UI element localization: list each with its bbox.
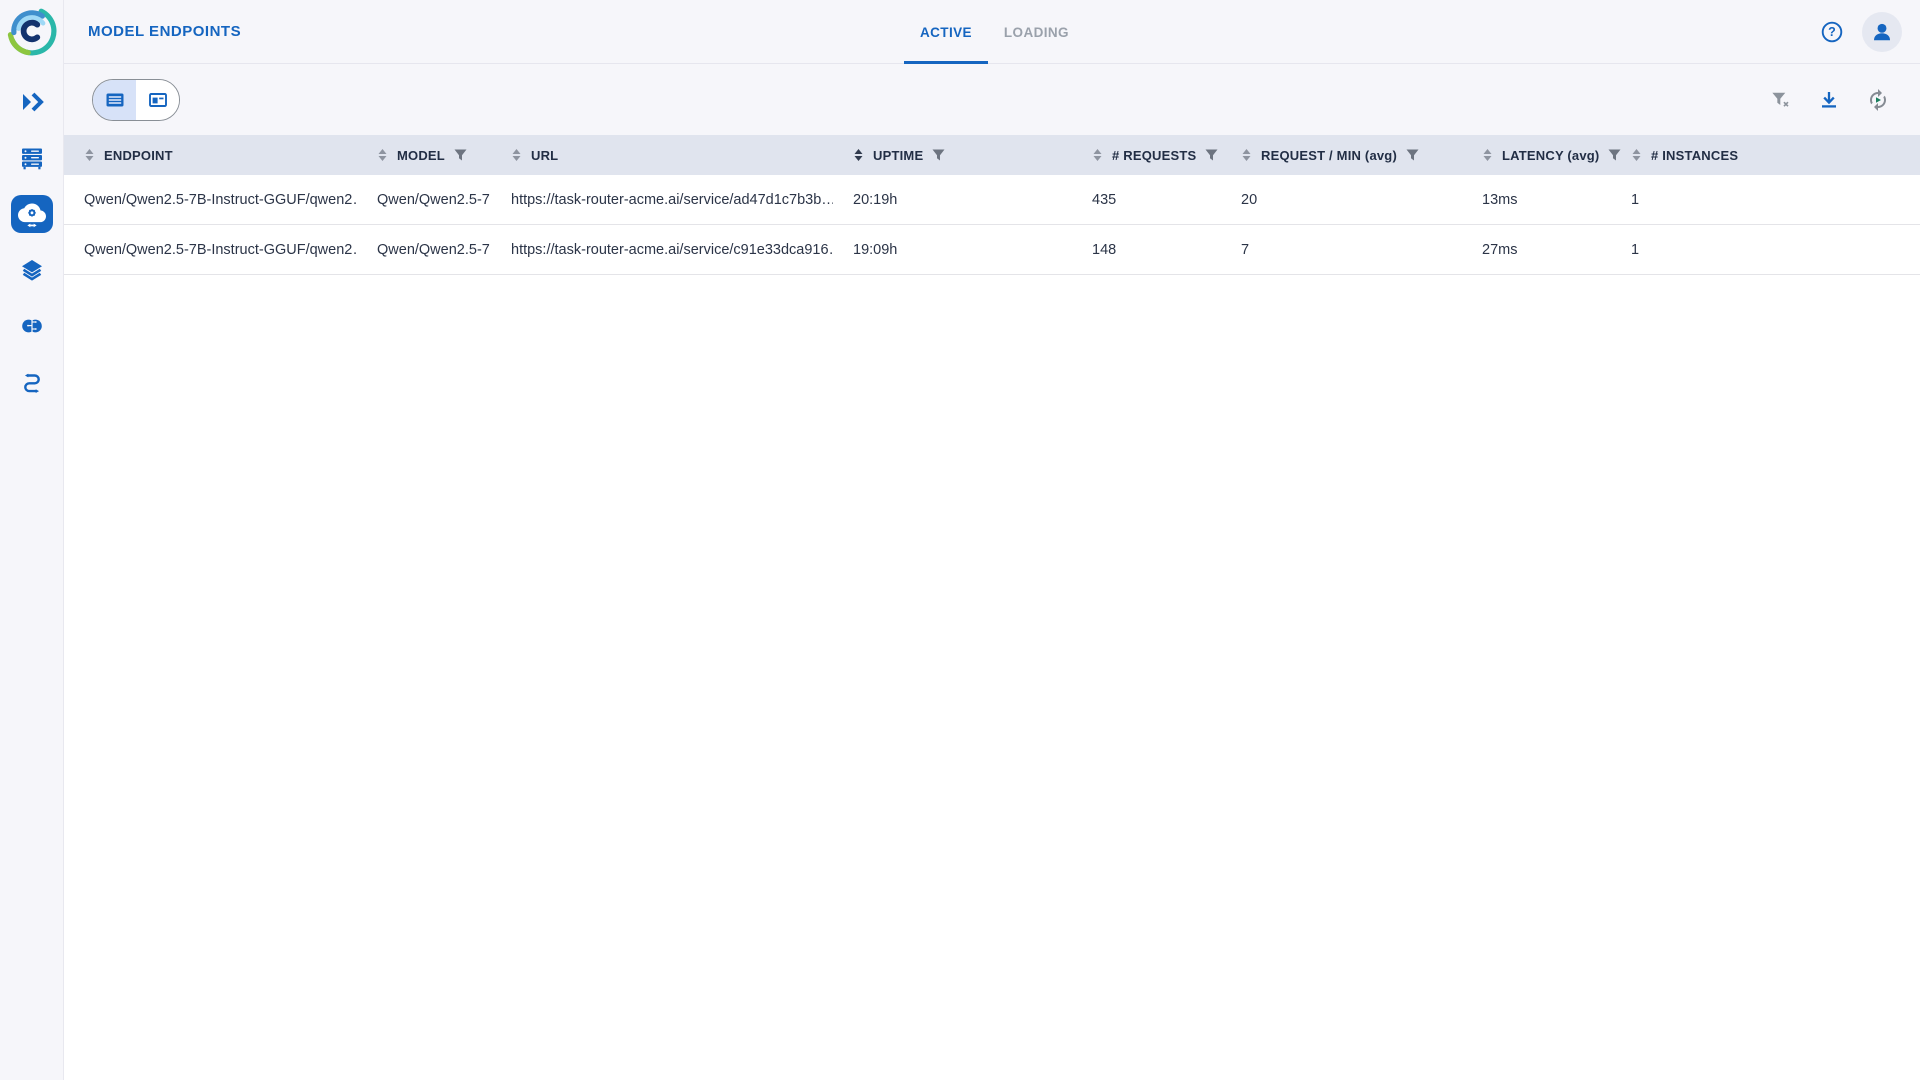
- cell-uptime: 19:09h: [833, 225, 1072, 274]
- endpoints-table: ENDPOINT MODEL URL UPTIME: [64, 135, 1920, 1080]
- cell-url: https://task-router-acme.ai/service/c91e…: [491, 225, 833, 274]
- column-label: URL: [531, 148, 558, 163]
- sort-icon[interactable]: [1631, 148, 1642, 162]
- auto-refresh-button[interactable]: [1858, 80, 1898, 120]
- cell-requests: 148: [1072, 225, 1221, 274]
- table-header-row: ENDPOINT MODEL URL UPTIME: [64, 135, 1920, 175]
- layers-icon: [19, 257, 45, 283]
- topbar: MODEL ENDPOINTS ACTIVE LOADING ?: [64, 0, 1920, 64]
- cell-endpoint: Qwen/Qwen2.5-7B-Instruct-GGUF/qwen2…: [64, 175, 357, 224]
- sidebar-item-models[interactable]: [8, 302, 56, 350]
- download-button[interactable]: [1809, 80, 1849, 120]
- sidebar-item-layers[interactable]: [8, 246, 56, 294]
- table-body: Qwen/Qwen2.5-7B-Instruct-GGUF/qwen2… Qwe…: [64, 175, 1920, 275]
- user-avatar-icon: [1869, 19, 1895, 45]
- column-header-instances[interactable]: # INSTANCES: [1611, 135, 1920, 175]
- column-header-endpoint[interactable]: ENDPOINT: [64, 135, 357, 175]
- user-avatar[interactable]: [1862, 12, 1902, 52]
- tab-bar: ACTIVE LOADING: [904, 0, 1085, 64]
- sidebar-item-pipelines[interactable]: [8, 358, 56, 406]
- help-icon: ?: [1820, 20, 1844, 44]
- main-content: MODEL ENDPOINTS ACTIVE LOADING ?: [64, 0, 1920, 1080]
- cell-requests: 435: [1072, 175, 1221, 224]
- column-label: LATENCY (avg): [1502, 148, 1599, 163]
- topbar-actions: ?: [1812, 12, 1902, 52]
- column-label: UPTIME: [873, 148, 923, 163]
- cell-instances: 1: [1611, 225, 1920, 274]
- card-view-icon: [147, 89, 169, 111]
- column-header-latency[interactable]: LATENCY (avg): [1462, 135, 1611, 175]
- tab-loading[interactable]: LOADING: [988, 0, 1085, 64]
- pipeline-icon: [19, 369, 45, 395]
- cell-endpoint: Qwen/Qwen2.5-7B-Instruct-GGUF/qwen2…: [64, 225, 357, 274]
- sort-icon[interactable]: [1482, 148, 1493, 162]
- filter-clear-icon: [1769, 88, 1792, 111]
- column-header-request-per-min[interactable]: REQUEST / MIN (avg): [1221, 135, 1462, 175]
- brain-icon: [19, 313, 45, 339]
- double-chevron-right-icon: [19, 89, 45, 115]
- toolbar: [64, 64, 1920, 135]
- cell-uptime: 20:19h: [833, 175, 1072, 224]
- column-header-model[interactable]: MODEL: [357, 135, 491, 175]
- download-icon: [1817, 88, 1841, 112]
- column-label: ENDPOINT: [104, 148, 173, 163]
- table-row[interactable]: Qwen/Qwen2.5-7B-Instruct-GGUF/qwen2… Qwe…: [64, 225, 1920, 275]
- sort-icon[interactable]: [84, 148, 95, 162]
- sidebar-item-servers[interactable]: [8, 134, 56, 182]
- card-view-button[interactable]: [136, 80, 179, 120]
- sort-icon[interactable]: [853, 148, 864, 162]
- cell-latency: 13ms: [1462, 175, 1611, 224]
- cell-model: Qwen/Qwen2.5-7…: [357, 175, 491, 224]
- cell-model: Qwen/Qwen2.5-7…: [357, 225, 491, 274]
- table-row[interactable]: Qwen/Qwen2.5-7B-Instruct-GGUF/qwen2… Qwe…: [64, 175, 1920, 225]
- cloud-gear-icon: [18, 200, 46, 228]
- list-view-button[interactable]: [93, 80, 136, 120]
- column-header-requests[interactable]: # REQUESTS: [1072, 135, 1221, 175]
- sidebar-item-expand[interactable]: [8, 78, 56, 126]
- sidebar-item-model-endpoints[interactable]: [11, 195, 53, 233]
- svg-text:?: ?: [1828, 25, 1836, 39]
- page-title: MODEL ENDPOINTS: [88, 23, 241, 40]
- column-label: MODEL: [397, 148, 445, 163]
- list-view-icon: [104, 89, 126, 111]
- auto-refresh-icon: [1866, 88, 1890, 112]
- cell-latency: 27ms: [1462, 225, 1611, 274]
- sidebar: [0, 0, 64, 1080]
- view-toggle-group: [92, 79, 180, 121]
- column-label: REQUEST / MIN (avg): [1261, 148, 1397, 163]
- column-header-uptime[interactable]: UPTIME: [833, 135, 1072, 175]
- filter-icon[interactable]: [932, 149, 945, 161]
- tab-active[interactable]: ACTIVE: [904, 0, 988, 64]
- server-icon: [19, 145, 45, 171]
- help-button[interactable]: ?: [1812, 12, 1852, 52]
- covalent-logo-icon: [7, 6, 57, 56]
- filter-icon[interactable]: [454, 149, 467, 161]
- sort-icon[interactable]: [1092, 148, 1103, 162]
- sort-icon[interactable]: [1241, 148, 1252, 162]
- column-header-url[interactable]: URL: [491, 135, 833, 175]
- cell-instances: 1: [1611, 175, 1920, 224]
- sidebar-nav: [8, 78, 56, 406]
- column-label: # INSTANCES: [1651, 148, 1738, 163]
- column-label: # REQUESTS: [1112, 148, 1196, 163]
- cell-request-per-min: 7: [1221, 225, 1462, 274]
- app-root: MODEL ENDPOINTS ACTIVE LOADING ?: [0, 0, 1920, 1080]
- filter-icon[interactable]: [1406, 149, 1419, 161]
- filter-icon[interactable]: [1205, 149, 1218, 161]
- toolbar-actions: [1760, 80, 1898, 120]
- sort-icon[interactable]: [377, 148, 388, 162]
- app-logo[interactable]: [7, 6, 57, 56]
- clear-filters-button[interactable]: [1760, 80, 1800, 120]
- cell-url: https://task-router-acme.ai/service/ad47…: [491, 175, 833, 224]
- cell-request-per-min: 20: [1221, 175, 1462, 224]
- sort-icon[interactable]: [511, 148, 522, 162]
